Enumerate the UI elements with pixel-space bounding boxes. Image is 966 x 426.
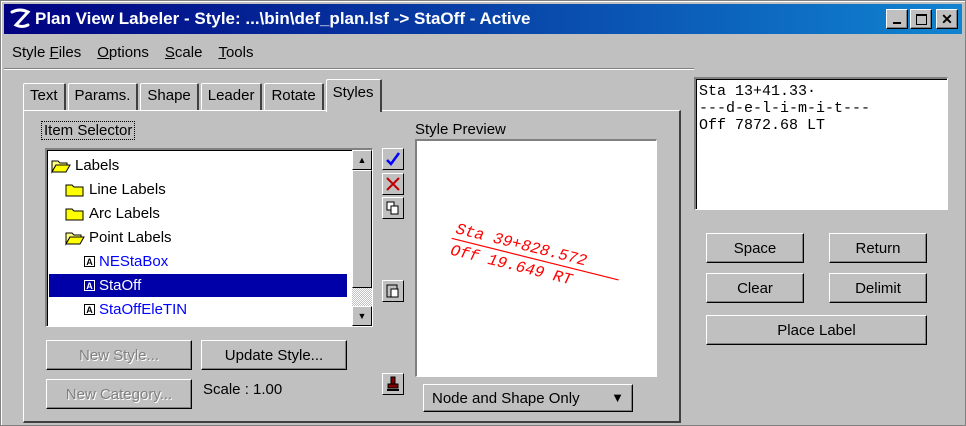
preview-drawing: Sta 39+828.572 Off 19.649 RT	[448, 220, 619, 290]
tab-shape[interactable]: Shape	[140, 83, 199, 111]
tab-text[interactable]: Text	[23, 83, 66, 111]
space-button[interactable]: Space	[706, 233, 804, 263]
plan-view-labeler-window: Plan View Labeler - Style: ...\bin\def_p…	[0, 0, 966, 426]
clear-button[interactable]: Clear	[706, 273, 804, 303]
close-icon[interactable]: ✕	[936, 9, 958, 29]
tab-rotate[interactable]: Rotate	[264, 83, 324, 111]
new-style-button[interactable]: New Style...	[46, 340, 192, 370]
tree-item-line-labels[interactable]: Line Labels	[65, 178, 166, 201]
item-selector-tree[interactable]: Labels Line Labels Arc Labels Point Labe…	[45, 148, 373, 327]
menu-separator	[4, 68, 694, 70]
preview-mode-dropdown[interactable]: Node and Shape Only ▼	[423, 384, 633, 412]
new-category-button[interactable]: New Category...	[46, 379, 192, 409]
tab-styles[interactable]: Styles	[325, 79, 382, 112]
paste-icon[interactable]	[382, 280, 404, 302]
style-icon: A	[84, 280, 95, 291]
scroll-down-icon[interactable]: ▼	[352, 306, 372, 326]
style-icon: A	[84, 304, 95, 315]
maximize-icon[interactable]	[910, 9, 932, 29]
tree-item-labels[interactable]: Labels	[51, 154, 119, 177]
menu-options[interactable]: Options	[89, 44, 157, 61]
return-button[interactable]: Return	[829, 233, 927, 263]
open-folder-icon	[51, 160, 71, 174]
scroll-up-icon[interactable]: ▲	[352, 150, 372, 170]
tab-leader[interactable]: Leader	[200, 83, 263, 111]
menu-bar: Style Files Options Scale Tools	[4, 38, 261, 66]
folder-icon	[65, 208, 84, 220]
tree-item-staoff[interactable]: A StaOff	[49, 274, 347, 297]
menu-style-files[interactable]: Style Files	[4, 44, 89, 61]
checkmark-icon[interactable]	[382, 148, 404, 170]
tab-params[interactable]: Params.	[67, 83, 139, 111]
preview-mode-value: Node and Shape Only	[432, 389, 580, 407]
style-icon: A	[84, 256, 95, 267]
stamp-icon[interactable]	[382, 373, 404, 395]
scroll-thumb[interactable]	[352, 170, 372, 288]
tree-item-point-labels[interactable]: Point Labels	[65, 226, 172, 249]
tree-scrollbar[interactable]: ▲ ▼	[352, 150, 372, 326]
label-text-area[interactable]: Sta 13+41.33· ---d-e-l-i-m-i-t--- Off 78…	[694, 77, 948, 210]
minimize-icon[interactable]	[886, 9, 908, 29]
item-selector-label: Item Selector	[41, 121, 136, 140]
delete-x-icon[interactable]	[382, 173, 404, 195]
scale-text: Scale : 1.00	[203, 381, 283, 398]
tree-item-staoffeletin[interactable]: A StaOffEleTIN	[84, 298, 187, 321]
place-label-button[interactable]: Place Label	[706, 315, 927, 345]
menu-tools[interactable]: Tools	[210, 44, 261, 61]
delimit-button[interactable]: Delimit	[829, 273, 927, 303]
copy-icon[interactable]	[382, 197, 404, 219]
style-preview-canvas: Sta 39+828.572 Off 19.649 RT	[415, 139, 657, 377]
window-title: Plan View Labeler - Style: ...\bin\def_p…	[35, 9, 531, 28]
menu-scale[interactable]: Scale	[157, 44, 211, 61]
folder-icon	[65, 184, 84, 196]
tree-item-nestabox[interactable]: A NEStaBox	[84, 250, 168, 273]
style-preview-label: Style Preview	[415, 121, 506, 138]
app-logo-icon	[10, 8, 31, 28]
tree-item-arc-labels[interactable]: Arc Labels	[65, 202, 160, 225]
update-style-button[interactable]: Update Style...	[201, 340, 347, 370]
open-folder-icon	[65, 232, 85, 246]
title-bar[interactable]: Plan View Labeler - Style: ...\bin\def_p…	[4, 4, 962, 34]
chevron-down-icon: ▼	[611, 390, 624, 405]
tab-strip: Text Params. Shape Leader Rotate Styles	[23, 79, 384, 112]
